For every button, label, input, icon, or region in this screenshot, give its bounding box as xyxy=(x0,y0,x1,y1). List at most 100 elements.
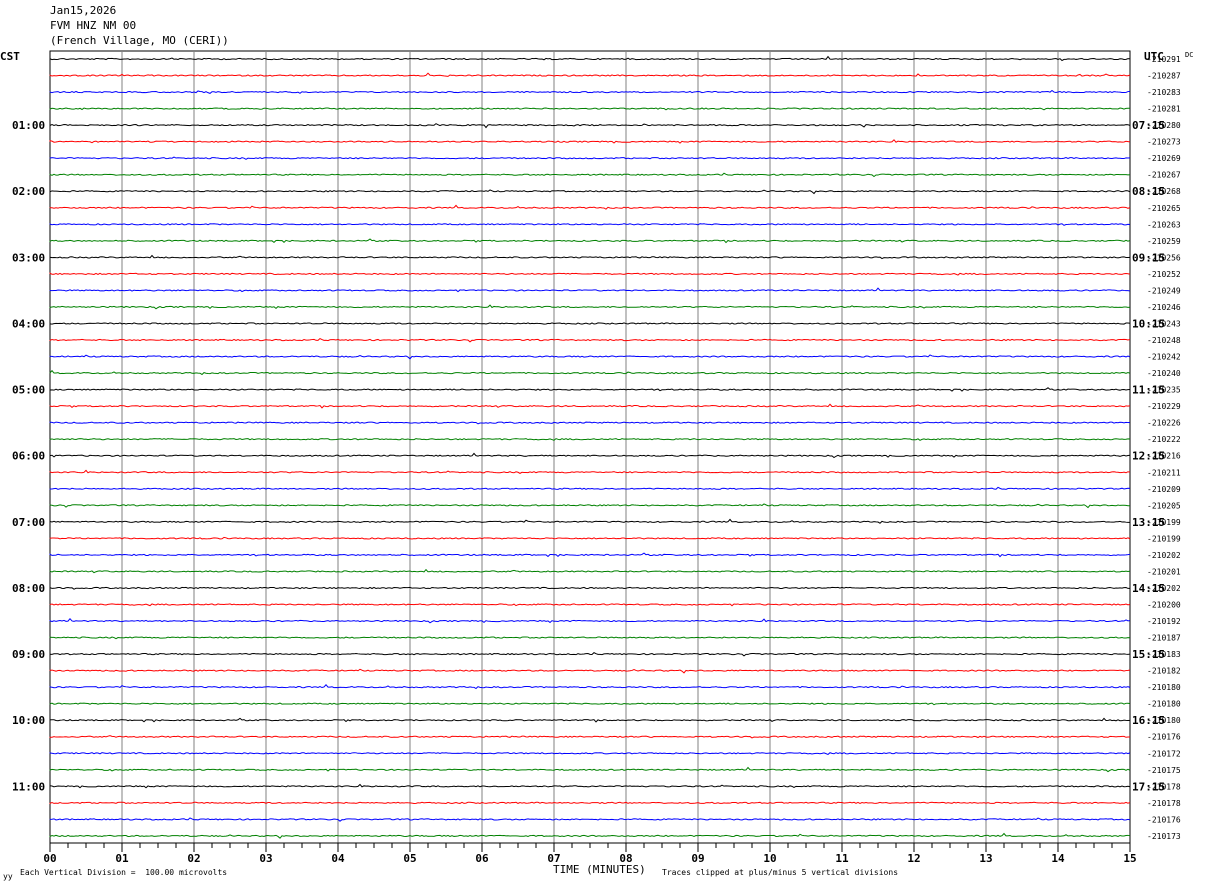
dc-offset-label: -210199 xyxy=(1147,534,1181,543)
right-hour-label: 15:15 xyxy=(1132,648,1165,661)
dc-offset-label: -210259 xyxy=(1147,237,1181,246)
seismic-trace xyxy=(49,287,1131,293)
corner-mark: уу xyxy=(3,872,13,881)
dc-offset-label: -210172 xyxy=(1147,749,1181,758)
x-tick-label: 13 xyxy=(979,852,992,865)
right-hour-label: 10:15 xyxy=(1132,318,1165,331)
left-hour-label: 06:00 xyxy=(12,450,45,463)
x-tick-label: 10 xyxy=(763,852,776,865)
x-tick-label: 01 xyxy=(115,852,129,865)
dc-offset-label: -210209 xyxy=(1147,485,1181,494)
seismic-trace xyxy=(49,337,1131,343)
right-hour-label: 14:15 xyxy=(1132,582,1165,595)
dc-offset-label: -210281 xyxy=(1147,105,1181,114)
x-tick-label: 15 xyxy=(1123,852,1136,865)
dc-offset-label: -210240 xyxy=(1147,369,1181,378)
right-hour-label: 17:15 xyxy=(1132,780,1165,793)
seismic-trace xyxy=(49,636,1131,640)
dc-offset-label: -210192 xyxy=(1147,617,1181,626)
dc-offset-label: -210246 xyxy=(1147,303,1181,312)
dc-offset-label: -210252 xyxy=(1147,270,1181,279)
dc-offset-label: -210180 xyxy=(1147,683,1181,692)
dc-offset-label: -210205 xyxy=(1147,501,1181,510)
dc-offset-label: -210200 xyxy=(1147,601,1181,610)
seismic-trace xyxy=(49,683,1131,690)
seismic-trace xyxy=(49,72,1131,77)
dc-offset-label: -210242 xyxy=(1147,353,1181,362)
seismic-trace xyxy=(49,254,1131,260)
dc-offset-label: -210287 xyxy=(1147,72,1181,81)
dc-offset-label: -210201 xyxy=(1147,567,1181,576)
dc-offset-label: -210180 xyxy=(1147,700,1181,709)
right-hour-label: 09:15 xyxy=(1132,251,1165,264)
seismic-trace xyxy=(49,172,1131,178)
dc-offset-label: -210226 xyxy=(1147,419,1181,428)
x-axis-title: TIME (MINUTES) xyxy=(553,863,646,876)
right-hour-label: 16:15 xyxy=(1132,714,1165,727)
seismic-trace xyxy=(49,603,1131,607)
clip-note: Traces clipped at plus/minus 5 vertical … xyxy=(662,868,899,877)
x-tick-label: 09 xyxy=(691,852,704,865)
seismic-trace xyxy=(49,801,1131,805)
seismic-trace xyxy=(49,568,1131,574)
seismic-trace xyxy=(49,123,1131,129)
seismic-trace xyxy=(49,735,1131,739)
seismic-trace xyxy=(49,156,1131,160)
scale-note: Each Vertical Division = 100.00 microvol… xyxy=(20,868,228,877)
left-hour-label: 05:00 xyxy=(12,384,45,397)
seismic-trace xyxy=(49,766,1131,773)
x-tick-label: 04 xyxy=(331,852,345,865)
left-hour-label: 02:00 xyxy=(12,185,45,198)
dc-offset-label: -210263 xyxy=(1147,220,1181,229)
dc-offset-label: -210249 xyxy=(1147,286,1181,295)
seismic-trace xyxy=(49,139,1131,144)
dc-offset-label: -210182 xyxy=(1147,667,1181,676)
seismic-trace xyxy=(49,55,1131,62)
left-hour-label: 01:00 xyxy=(12,119,45,132)
seismic-trace xyxy=(49,552,1131,558)
dc-offset-label: -210211 xyxy=(1147,468,1181,477)
dc-offset-label: -210229 xyxy=(1147,402,1181,411)
right-hour-label: 07:15 xyxy=(1132,119,1165,132)
right-hour-label: 13:15 xyxy=(1132,516,1165,529)
dc-offset-label: -210265 xyxy=(1147,204,1181,213)
seismic-trace xyxy=(49,272,1131,276)
left-hour-label: 10:00 xyxy=(12,714,45,727)
seismic-trace xyxy=(49,486,1131,490)
dc-offset-label: -210175 xyxy=(1147,766,1181,775)
left-hour-label: 09:00 xyxy=(12,648,45,661)
seismic-trace xyxy=(49,668,1131,674)
dc-offset-label: -210187 xyxy=(1147,634,1181,643)
left-hour-label: 03:00 xyxy=(12,251,45,264)
seismic-trace xyxy=(49,107,1131,111)
dc-offset-label: -210291 xyxy=(1147,55,1181,64)
seismic-trace xyxy=(49,421,1131,425)
x-tick-label: 11 xyxy=(835,852,849,865)
dc-offset-label: -210283 xyxy=(1147,88,1181,97)
seismic-trace xyxy=(49,189,1131,195)
helicorder-plot: -210291-210287-210283-210281-210280-2102… xyxy=(12,50,1181,865)
seismic-trace xyxy=(49,503,1131,509)
x-tick-label: 03 xyxy=(259,852,272,865)
right-hour-label: 11:15 xyxy=(1132,384,1165,397)
seismic-trace xyxy=(49,238,1131,244)
left-hour-label: 11:00 xyxy=(12,780,45,793)
seismic-trace xyxy=(49,617,1131,624)
left-hour-label: 07:00 xyxy=(12,516,45,529)
dc-offset-label: -210269 xyxy=(1147,154,1181,163)
seismic-trace xyxy=(49,783,1131,789)
seismic-trace xyxy=(49,817,1131,822)
seismic-trace xyxy=(49,204,1131,210)
dc-offset-label: -210267 xyxy=(1147,171,1181,180)
seismic-trace xyxy=(49,223,1131,226)
seismic-trace xyxy=(49,354,1131,360)
dc-offset-label: -210202 xyxy=(1147,551,1181,560)
seismic-trace xyxy=(49,304,1131,310)
x-tick-label: 02 xyxy=(187,852,200,865)
dc-offset-label: -210273 xyxy=(1147,138,1181,147)
seismic-trace xyxy=(49,452,1131,459)
seismic-trace xyxy=(49,702,1131,706)
x-tick-label: 00 xyxy=(43,852,56,865)
left-hour-label: 08:00 xyxy=(12,582,45,595)
dc-offset-label: -210176 xyxy=(1147,733,1181,742)
